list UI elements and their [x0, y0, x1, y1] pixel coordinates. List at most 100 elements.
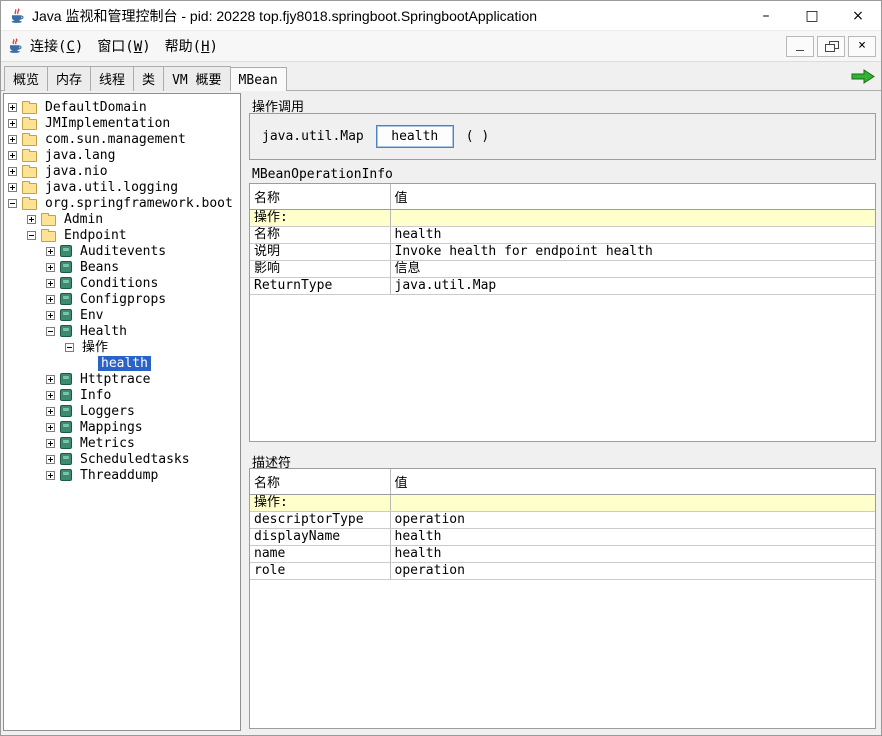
descriptor-table: 名称值操作:descriptorTypeoperationdisplayName…	[250, 469, 875, 580]
expand-toggle-icon[interactable]	[8, 119, 17, 128]
tree-node[interactable]: Beans	[4, 259, 240, 275]
operation-args: ( )	[466, 129, 489, 144]
expand-toggle-icon[interactable]	[46, 375, 55, 384]
descriptor-cell-value: operation	[390, 512, 875, 529]
tree-node[interactable]: java.lang	[4, 147, 240, 163]
expand-toggle-icon[interactable]	[46, 407, 55, 416]
expand-toggle-icon[interactable]	[46, 471, 55, 480]
tab-overview[interactable]: 概览	[4, 66, 48, 91]
tree-node[interactable]: Threaddump	[4, 467, 240, 483]
descriptor-row[interactable]: roleoperation	[250, 563, 875, 580]
invoke-health-button[interactable]: health	[376, 125, 454, 148]
tree-node-label: Beans	[77, 260, 122, 275]
tab-vm-summary[interactable]: VM 概要	[163, 66, 230, 91]
tree-node[interactable]: Metrics	[4, 435, 240, 451]
tab-memory[interactable]: 内存	[47, 66, 91, 91]
tree-node-label: Auditevents	[77, 244, 169, 259]
expand-toggle-icon[interactable]	[8, 167, 17, 176]
maximize-button[interactable]: □	[789, 1, 835, 30]
descriptor-cell-name: name	[250, 546, 390, 563]
tree-node-label: Health	[77, 324, 130, 339]
tree-node-label: Info	[77, 388, 114, 403]
mbean-icon	[60, 389, 72, 401]
expand-toggle-icon[interactable]	[8, 103, 17, 112]
operation-info-row[interactable]: 说明Invoke health for endpoint health	[250, 244, 875, 261]
tree-node[interactable]: DefaultDomain	[4, 99, 240, 115]
operation-info-row[interactable]: 操作:	[250, 210, 875, 227]
tree-node[interactable]: java.nio	[4, 163, 240, 179]
tree-node[interactable]: 操作	[4, 339, 240, 355]
tree-node[interactable]: Mappings	[4, 419, 240, 435]
tree-node[interactable]: health	[4, 355, 240, 371]
expand-toggle-icon[interactable]	[8, 135, 17, 144]
tree-node[interactable]: com.sun.management	[4, 131, 240, 147]
descriptor-row[interactable]: 操作:	[250, 495, 875, 512]
tree-node-label: Metrics	[77, 436, 138, 451]
collapse-toggle-icon[interactable]	[27, 231, 36, 240]
collapse-toggle-icon[interactable]	[65, 343, 74, 352]
operation-info-cell-value: health	[390, 227, 875, 244]
tree-node[interactable]: Httptrace	[4, 371, 240, 387]
tree-node[interactable]: Endpoint	[4, 227, 240, 243]
tree-node[interactable]: Loggers	[4, 403, 240, 419]
titlebar: Java 监视和管理控制台 - pid: 20228 top.fjy8018.s…	[1, 1, 881, 31]
operation-info-cell-value: Invoke health for endpoint health	[390, 244, 875, 261]
tree-node[interactable]: Admin	[4, 211, 240, 227]
descriptor-row[interactable]: displayNamehealth	[250, 529, 875, 546]
expand-toggle-icon[interactable]	[46, 295, 55, 304]
tree-node[interactable]: Env	[4, 307, 240, 323]
operation-info-cell-name: 操作:	[250, 210, 390, 227]
mdi-close-button[interactable]: ×	[848, 36, 876, 57]
tree-node[interactable]: Info	[4, 387, 240, 403]
expand-toggle-icon[interactable]	[46, 279, 55, 288]
menu-item-help[interactable]: 帮助(H)	[158, 33, 225, 59]
descriptor-row[interactable]: descriptorTypeoperation	[250, 512, 875, 529]
expand-toggle-icon[interactable]	[46, 247, 55, 256]
folder-icon	[41, 231, 56, 242]
tab-mbean[interactable]: MBean	[230, 67, 287, 91]
menu-item-connection[interactable]: 连接(C)	[23, 33, 90, 59]
expand-toggle-icon[interactable]	[8, 183, 17, 192]
descriptor-header-row: 名称值	[250, 469, 875, 495]
minimize-button[interactable]: –	[743, 1, 789, 30]
expand-toggle-icon[interactable]	[46, 263, 55, 272]
mbean-icon	[60, 245, 72, 257]
tree-node[interactable]: JMImplementation	[4, 115, 240, 131]
folder-icon	[22, 167, 37, 178]
expand-toggle-icon[interactable]	[46, 439, 55, 448]
expand-toggle-icon[interactable]	[46, 455, 55, 464]
tree-node-label: 操作	[79, 340, 111, 355]
mdi-minimize-button[interactable]	[786, 36, 814, 57]
expand-toggle-icon[interactable]	[46, 423, 55, 432]
expand-toggle-icon[interactable]	[27, 215, 36, 224]
tree-node[interactable]: Health	[4, 323, 240, 339]
tree-node[interactable]: Conditions	[4, 275, 240, 291]
operation-info-cell-value: java.util.Map	[390, 278, 875, 295]
collapse-toggle-icon[interactable]	[46, 327, 55, 336]
mdi-restore-button[interactable]	[817, 36, 845, 57]
mbean-detail-panel: 操作调用 java.util.Map health ( ) MBeanOpera…	[244, 93, 879, 731]
tree-node-label: org.springframework.boot	[42, 196, 236, 211]
tree-node[interactable]: org.springframework.boot	[4, 195, 240, 211]
close-button[interactable]: ×	[835, 1, 881, 30]
expand-toggle-icon[interactable]	[8, 151, 17, 160]
descriptor-row[interactable]: namehealth	[250, 546, 875, 563]
tree-node-label: Threaddump	[77, 468, 161, 483]
operation-info-row[interactable]: ReturnTypejava.util.Map	[250, 278, 875, 295]
operation-info-row[interactable]: 名称health	[250, 227, 875, 244]
expand-toggle-icon[interactable]	[46, 391, 55, 400]
collapse-toggle-icon[interactable]	[8, 199, 17, 208]
tree-node[interactable]: Auditevents	[4, 243, 240, 259]
operation-info-row[interactable]: 影响信息	[250, 261, 875, 278]
tree-node-label: Conditions	[77, 276, 161, 291]
expand-toggle-icon[interactable]	[46, 311, 55, 320]
tree-node[interactable]: Configprops	[4, 291, 240, 307]
tab-threads[interactable]: 线程	[90, 66, 134, 91]
connection-status-green-arrow-icon	[851, 69, 875, 88]
tree-node[interactable]: Scheduledtasks	[4, 451, 240, 467]
tree-node-label: health	[98, 356, 151, 371]
tree-node[interactable]: java.util.logging	[4, 179, 240, 195]
operation-info-cell-name: 说明	[250, 244, 390, 261]
menu-item-window[interactable]: 窗口(W)	[90, 33, 157, 59]
tab-classes[interactable]: 类	[133, 66, 164, 91]
